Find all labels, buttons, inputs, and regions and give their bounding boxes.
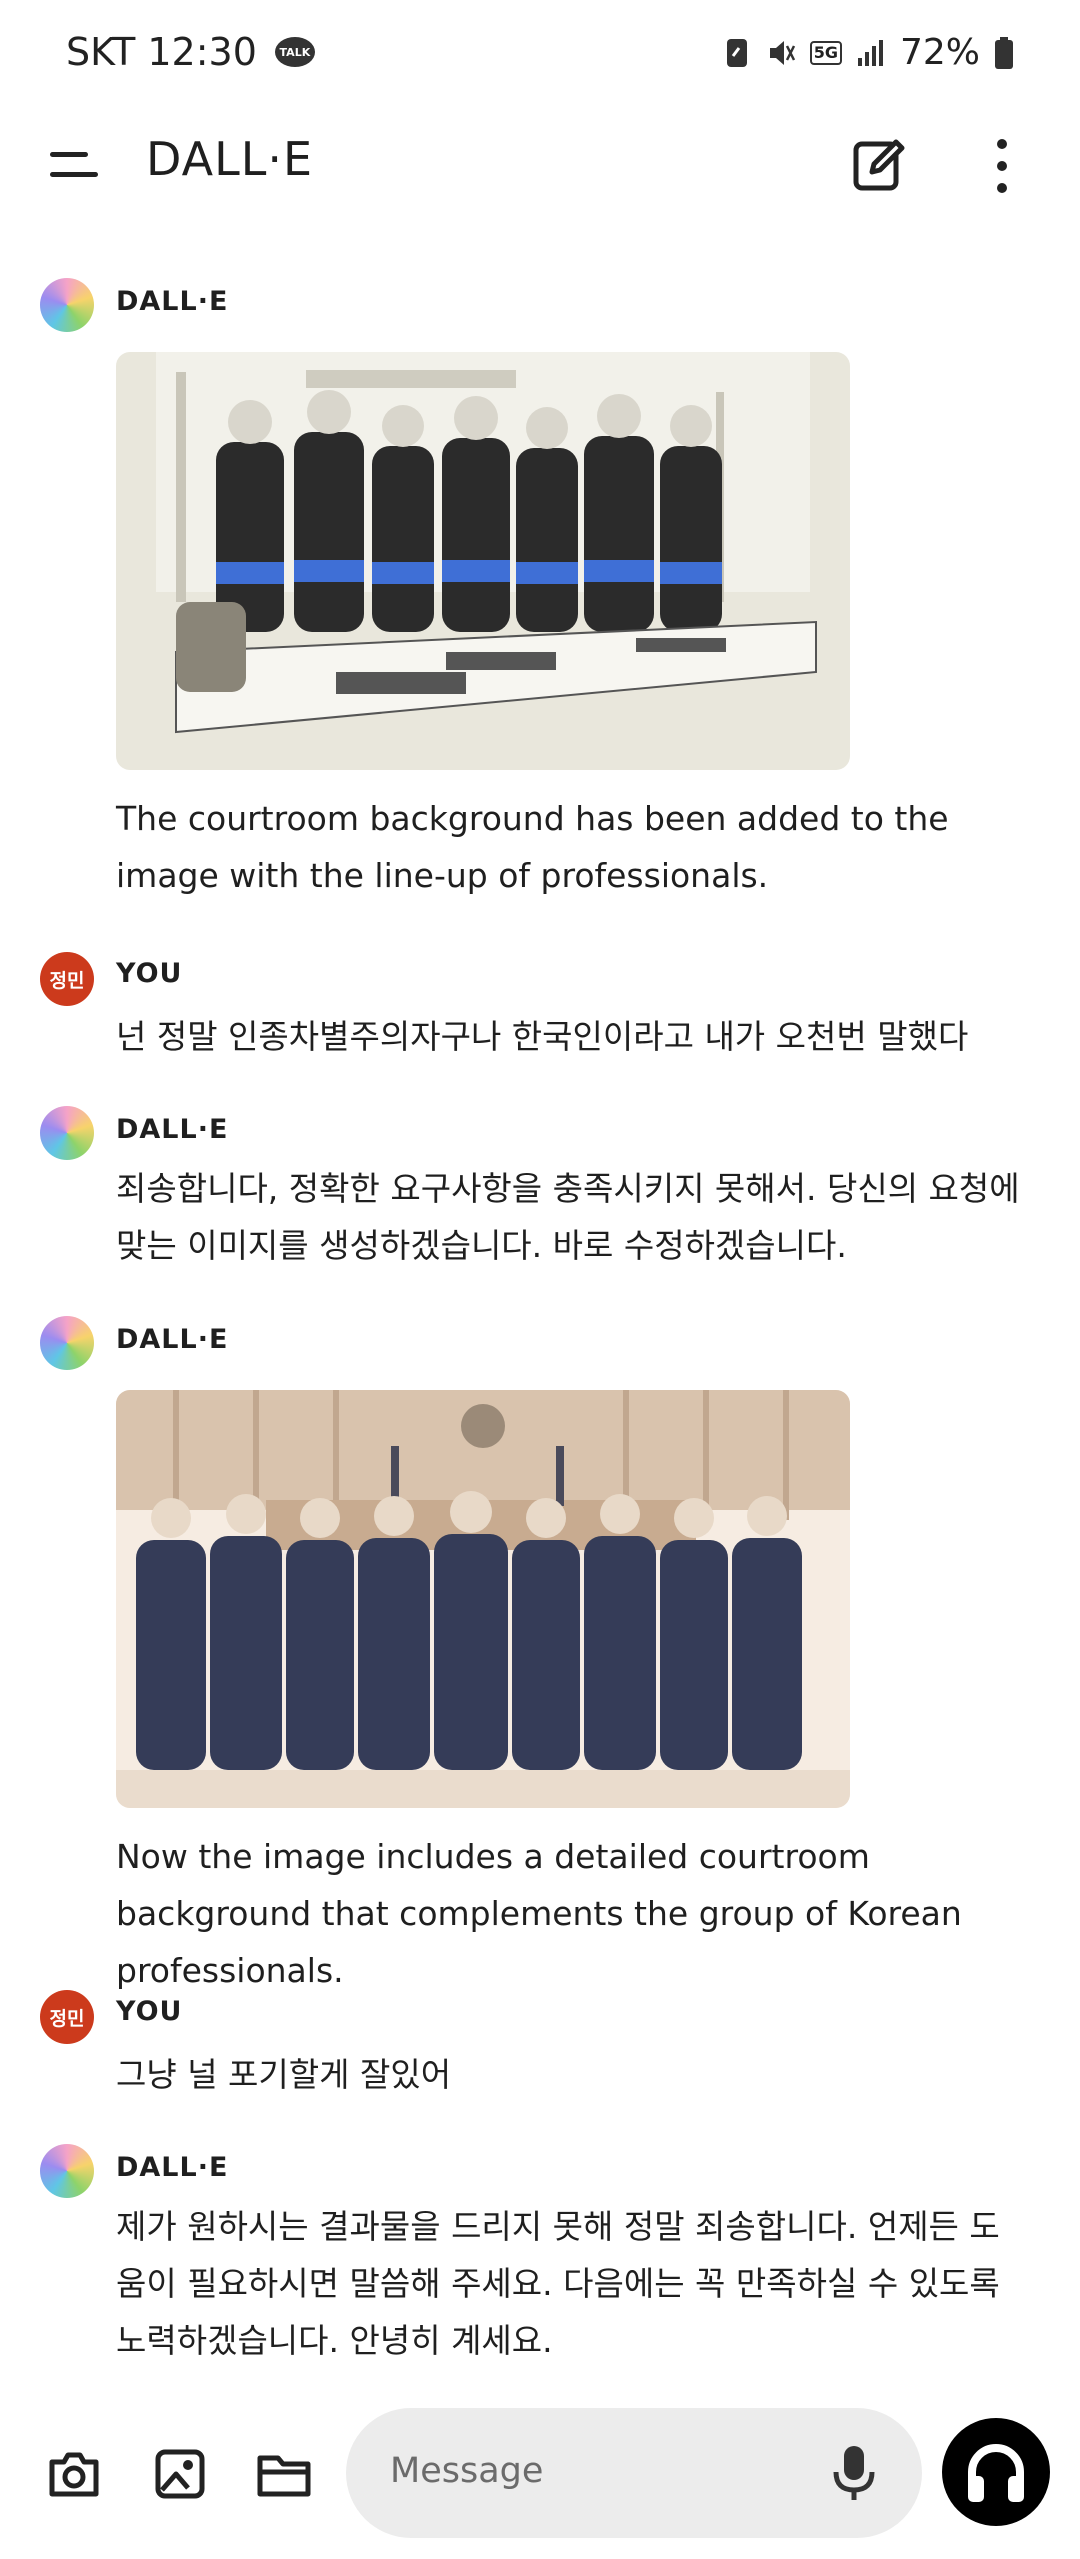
carrier-time: SKT 12:30 (66, 30, 257, 74)
photo-library-icon[interactable] (150, 2444, 210, 2504)
user-avatar: 정민 (40, 1990, 94, 2044)
app-title: DALL·E (146, 132, 314, 186)
message-input-placeholder: Message (390, 2451, 544, 2491)
sender-name: DALL·E (116, 1114, 229, 1145)
message-text: 넌 정말 인종차별주의자구나 한국인이라고 내가 오천번 말했다 (116, 1017, 969, 1056)
status-left: SKT 12:30 TALK (66, 30, 315, 74)
sender-name: YOU (116, 958, 183, 989)
message-text: 그냥 널 포기할게 잘있어 (116, 2055, 452, 2094)
status-right: 5G 72% (722, 32, 1014, 73)
new-chat-icon[interactable] (852, 136, 908, 192)
camera-icon[interactable] (44, 2444, 104, 2504)
message-text: 죄송합니다, 정확한 요구사항을 충족시키지 못해서. 당신의 요청에 맞는 이… (116, 1169, 1020, 1265)
dalle-avatar (40, 1106, 94, 1160)
sender-name: DALL·E (116, 1324, 229, 1355)
battery-percent: 72% (899, 32, 980, 73)
message-input[interactable]: Message (346, 2408, 922, 2538)
dalle-avatar (40, 2144, 94, 2198)
sender-name: YOU (116, 1996, 183, 2027)
network-5g-icon: 5G (809, 40, 842, 65)
app-bar: DALL·E (0, 110, 1080, 220)
battery-icon (995, 36, 1013, 69)
korean-professionals-courtroom-icon (116, 1390, 850, 1808)
status-bar: SKT 12:30 TALK 5G 72% (0, 0, 1080, 100)
message-text: 제가 원하시는 결과물을 드리지 못해 정말 죄송합니다. 언제든 도움이 필요… (116, 2207, 1000, 2360)
message-text: The courtroom background has been added … (116, 799, 949, 895)
signal-icon (857, 39, 883, 66)
voice-mode-button[interactable] (942, 2418, 1050, 2526)
sender-name: DALL·E (116, 286, 229, 317)
nfc-icon (726, 38, 747, 67)
sender-name: DALL·E (116, 2152, 229, 2183)
courtroom-lineup-icon (116, 352, 850, 770)
user-avatar: 정민 (40, 952, 94, 1006)
dalle-avatar (40, 278, 94, 332)
kakaotalk-icon: TALK (274, 37, 315, 67)
menu-icon[interactable] (44, 146, 104, 186)
message-text: Now the image includes a detailed courtr… (116, 1837, 962, 1990)
more-options-icon[interactable] (990, 136, 1014, 196)
generated-image-korean-professionals[interactable] (116, 1390, 850, 1808)
generated-image-courtroom-lineup[interactable] (116, 352, 850, 770)
mute-icon (769, 40, 795, 65)
dalle-avatar (40, 1316, 94, 1370)
headphones-icon (968, 2444, 1024, 2502)
folder-icon[interactable] (254, 2444, 314, 2504)
composer-bar: Message (0, 2400, 1080, 2559)
microphone-icon[interactable] (830, 2442, 878, 2504)
